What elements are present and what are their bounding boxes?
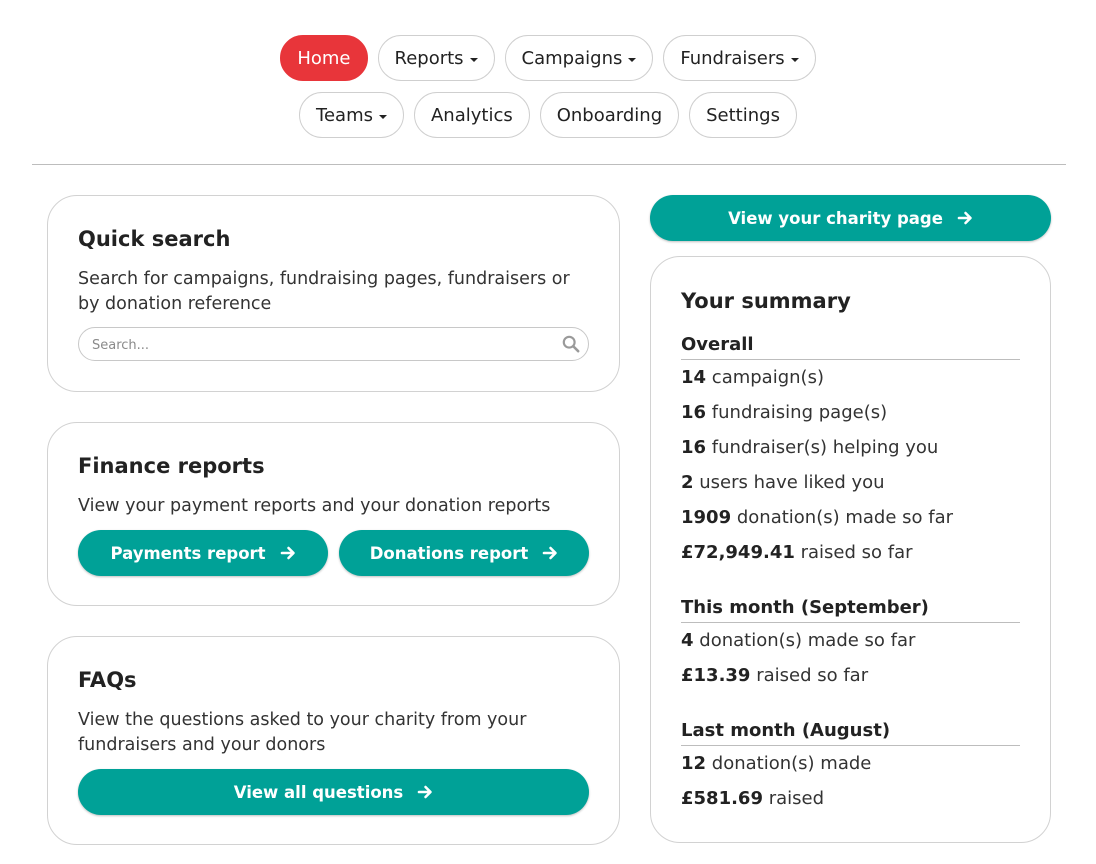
search-icon[interactable] (562, 335, 580, 353)
finance-reports-title: Finance reports (78, 454, 265, 478)
stat-last-donations-value: 12 (681, 753, 707, 774)
donations-report-button[interactable]: Donations report (339, 530, 589, 576)
this-month-section-title: This month (September) (681, 597, 1020, 623)
quick-search-card: Quick search Search for campaigns, fundr… (47, 195, 620, 392)
stat-month-raised: £13.39 raised so far (681, 665, 868, 686)
arrow-right-icon (542, 546, 558, 560)
stat-last-donations: 12 donation(s) made (681, 753, 871, 774)
nav-campaigns-label: Campaigns (521, 47, 623, 69)
stat-campaigns-value: 14 (681, 367, 707, 388)
stat-likes: 2 users have liked you (681, 472, 885, 493)
header-divider (32, 164, 1066, 165)
nav-row-primary: Home Reports Campaigns Fundraisers (0, 35, 1096, 81)
stat-donations: 1909 donation(s) made so far (681, 507, 953, 528)
stat-fundraisers-text: fundraiser(s) helping you (711, 437, 939, 458)
stat-raised: £72,949.41 raised so far (681, 542, 913, 563)
stat-month-donations-text: donation(s) made so far (699, 630, 916, 651)
stat-last-donations-text: donation(s) made (711, 753, 872, 774)
nav-onboarding[interactable]: Onboarding (539, 92, 680, 138)
nav-teams-dropdown[interactable]: Teams (299, 92, 404, 138)
nav-teams-label: Teams (316, 104, 373, 126)
summary-title: Your summary (681, 289, 851, 313)
stat-likes-value: 2 (681, 472, 694, 493)
caret-down-icon (378, 114, 387, 119)
stat-pages-value: 16 (681, 402, 707, 423)
view-all-questions-label: View all questions (233, 782, 404, 802)
nav-settings-label: Settings (706, 104, 780, 126)
arrow-right-icon (957, 211, 972, 225)
stat-pages-text: fundraising page(s) (711, 402, 888, 423)
finance-reports-card: Finance reports View your payment report… (47, 422, 620, 606)
stat-month-donations-value: 4 (681, 630, 694, 651)
nav-home-label: Home (297, 47, 351, 69)
nav-analytics[interactable]: Analytics (413, 92, 530, 138)
stat-raised-value: £72,949.41 (681, 542, 795, 563)
nav-fundraisers-dropdown[interactable]: Fundraisers (663, 35, 816, 81)
quick-search-title: Quick search (78, 227, 231, 251)
finance-reports-description: View your payment reports and your donat… (78, 496, 551, 516)
stat-donations-value: 1909 (681, 507, 732, 528)
stat-last-raised-text: raised (768, 788, 825, 809)
nav-reports-label: Reports (394, 47, 464, 69)
payments-report-button[interactable]: Payments report (78, 530, 328, 576)
stat-campaigns: 14 campaign(s) (681, 367, 824, 388)
caret-down-icon (790, 57, 799, 62)
faqs-description: View the questions asked to your charity… (78, 710, 527, 755)
stat-last-raised: £581.69 raised (681, 788, 824, 809)
nav-reports-dropdown[interactable]: Reports (377, 35, 495, 81)
arrow-right-icon (280, 546, 295, 560)
overall-section-title: Overall (681, 334, 1020, 360)
view-charity-page-label: View your charity page (728, 208, 943, 228)
stat-pages: 16 fundraising page(s) (681, 402, 887, 423)
stat-donations-text: donation(s) made so far (736, 507, 954, 528)
stat-raised-text: raised so far (800, 542, 913, 563)
caret-down-icon (469, 57, 478, 62)
last-month-section-title: Last month (August) (681, 720, 1020, 746)
nav-row-secondary: Teams Analytics Onboarding Settings (0, 92, 1096, 138)
nav-campaigns-dropdown[interactable]: Campaigns (504, 35, 654, 81)
stat-campaigns-text: campaign(s) (711, 367, 824, 388)
nav-fundraisers-label: Fundraisers (680, 47, 785, 69)
payments-report-label: Payments report (110, 543, 266, 563)
nav-onboarding-label: Onboarding (556, 104, 663, 126)
faqs-card: FAQs View the questions asked to your ch… (47, 636, 620, 845)
summary-card: Your summary Overall 14 campaign(s) 16 f… (650, 256, 1051, 843)
nav-settings[interactable]: Settings (689, 92, 797, 138)
arrow-right-icon (417, 785, 433, 799)
view-charity-page-button[interactable]: View your charity page (650, 195, 1051, 241)
search-box (78, 327, 589, 362)
nav-analytics-label: Analytics (430, 104, 513, 126)
donations-report-label: Donations report (369, 543, 529, 563)
faqs-title: FAQs (78, 668, 137, 692)
quick-search-description: Search for campaigns, fundraising pages,… (78, 269, 570, 314)
stat-last-raised-value: £581.69 (681, 788, 763, 809)
stat-month-raised-text: raised so far (756, 665, 869, 686)
search-input[interactable] (90, 328, 544, 362)
stat-fundraisers: 16 fundraiser(s) helping you (681, 437, 938, 458)
stat-fundraisers-value: 16 (681, 437, 707, 458)
stat-month-raised-value: £13.39 (681, 665, 751, 686)
stat-month-donations: 4 donation(s) made so far (681, 630, 915, 651)
nav-home[interactable]: Home (280, 35, 368, 81)
caret-down-icon (628, 57, 637, 62)
view-all-questions-button[interactable]: View all questions (78, 769, 589, 815)
stat-likes-text: users have liked you (699, 472, 885, 493)
